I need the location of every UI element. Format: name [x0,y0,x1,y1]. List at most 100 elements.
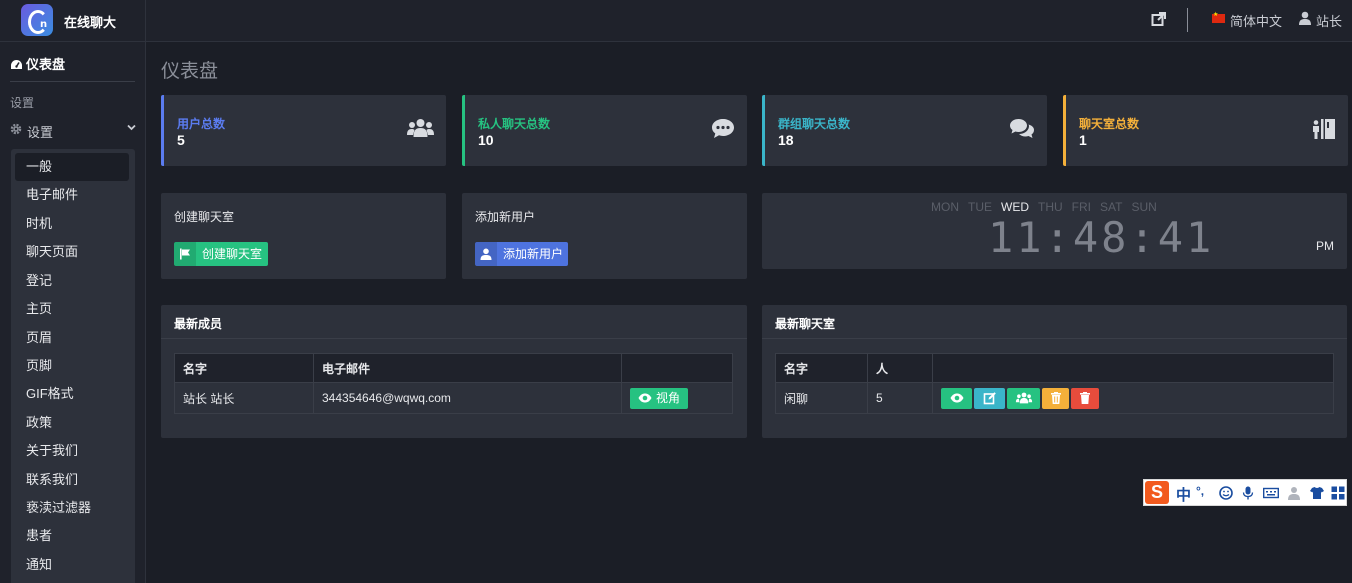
panel-header: 最新聊天室 [762,305,1347,339]
comments-icon [1010,119,1034,138]
rooms-table: 名字 人 闲聊 5 [775,353,1334,414]
sidebar-item-header[interactable]: 页眉 [15,324,129,352]
emoji-icon[interactable] [1219,486,1233,500]
ime-punctuation-toggle[interactable]: °, [1196,484,1214,498]
column-header-people: 人 [867,353,933,383]
sidebar-item-policy[interactable]: 政策 [15,409,129,437]
sidebar-item-chat-page[interactable]: 聊天页面 [15,238,129,266]
stat-label: 聊天室总数 [1079,117,1140,131]
sidebar-item-general[interactable]: 一般 [15,153,129,181]
user-icon [480,248,492,260]
ime-toolbar: S 中 °, [1143,479,1347,506]
stat-label: 用户总数 [177,117,226,131]
brand-name: 在线聊大 [64,15,117,30]
sidebar-item-footer[interactable]: 页脚 [15,352,129,380]
stat-card-chatrooms: 聊天室总数 1 [1063,95,1348,166]
table-row: 站长 站长 344354646@wqwq.com 视角 [174,382,733,414]
card-title: 添加新用户 [475,210,536,224]
gear-icon [10,123,22,135]
top-bar: n 在线聊大 简体中文 站长 [0,0,1352,42]
stat-card-private-chats: 私人聊天总数 10 [462,95,747,166]
language-selector[interactable]: 简体中文 [1230,11,1282,30]
user-profile-icon[interactable] [1287,486,1301,500]
add-user-button[interactable]: 添加新用户 [475,242,568,266]
table-row: 闲聊 5 [775,382,1334,414]
create-room-button[interactable]: 创建聊天室 [174,242,268,266]
sidebar-item-label: 设置 [27,125,54,140]
weekday: THU [1038,200,1063,214]
skin-shirt-icon[interactable] [1310,486,1324,500]
sidebar-item-about[interactable]: 关于我们 [15,437,129,465]
room-people: 5 [867,382,933,414]
room-members-button[interactable] [1007,387,1040,409]
sidebar-section-heading: 设置 [10,96,35,110]
column-header-email: 电子邮件 [313,353,622,383]
grid-menu-icon[interactable] [1331,486,1345,500]
microphone-icon[interactable] [1241,486,1255,500]
sidebar-item-label: 仪表盘 [26,57,66,72]
sidebar-item-timing[interactable]: 时机 [15,210,129,238]
user-icon[interactable] [1299,11,1311,25]
settings-submenu: 一般 电子邮件 时机 聊天页面 登记 主页 页眉 页脚 GIF格式 政策 关于我… [11,149,135,583]
column-header-name: 名字 [775,353,868,383]
column-header-name: 名字 [174,353,314,383]
sidebar-item-email[interactable]: 电子邮件 [15,181,129,209]
sidebar-item-settings[interactable]: 设置 [10,121,136,140]
eye-icon [638,393,652,402]
panel-title: 最新成员 [174,317,223,331]
stat-card-group-chats: 群组聊天总数 18 [762,95,1047,166]
weekday: MON [931,200,959,214]
sidebar-item-contact[interactable]: 联系我们 [15,466,129,494]
china-flag-icon[interactable] [1212,11,1225,23]
chevron-down-icon [127,124,136,131]
stat-label: 私人聊天总数 [478,117,551,131]
divider [1187,8,1188,32]
tachometer-icon [11,60,22,69]
edit-room-button[interactable] [974,387,1005,409]
stat-value: 5 [177,132,185,148]
column-header-actions [621,353,733,383]
sidebar: 仪表盘 设置 设置 一般 电子邮件 时机 聊天页面 登记 主页 页眉 页脚 GI… [0,42,146,583]
sidebar-item-gif[interactable]: GIF格式 [15,380,129,408]
external-link-icon[interactable] [1151,11,1167,27]
users-icon [407,119,434,137]
actions-cell [932,382,1334,414]
edit-icon [983,392,996,405]
view-room-button[interactable] [941,387,972,409]
ime-mode-toggle[interactable]: 中 [1176,484,1191,505]
page-title: 仪表盘 [161,61,219,82]
latest-members-panel: 最新成员 名字 电子邮件 站长 站长 344354646@wqwq.com 视角 [161,305,747,438]
user-menu[interactable]: 站长 [1316,11,1342,30]
table-header-row: 名字 电子邮件 [174,353,733,383]
sogou-logo-icon[interactable]: S [1145,481,1169,504]
stat-label: 群组聊天总数 [778,117,851,131]
sidebar-item-notifications[interactable]: 通知 [15,551,129,579]
app-logo: n [21,4,53,36]
users-icon [1015,392,1032,404]
weekday: FRI [1071,200,1092,214]
brand[interactable]: n 在线聊大 [0,0,146,42]
actions-cell: 视角 [621,382,733,414]
latest-rooms-panel: 最新聊天室 名字 人 闲聊 5 [762,305,1347,438]
keyboard-icon[interactable] [1263,486,1279,500]
sidebar-item-profanity-filter[interactable]: 亵渎过滤器 [15,494,129,522]
add-user-card: 添加新用户 添加新用户 [462,193,747,279]
weekday: SUN [1131,200,1157,214]
weekday: TUE [968,200,992,214]
member-email: 344354646@wqwq.com [313,382,622,414]
view-member-button[interactable]: 视角 [630,387,688,409]
sidebar-item-home[interactable]: 主页 [15,295,129,323]
sidebar-item-dashboard[interactable]: 仪表盘 [10,54,65,73]
stat-value: 18 [778,132,794,148]
clear-room-button[interactable] [1042,387,1069,409]
delete-room-button[interactable] [1071,387,1099,409]
member-name: 站长 站长 [174,382,314,414]
sidebar-item-patient[interactable]: 患者 [15,522,129,550]
clock-time: 11:48:41 [988,213,1215,262]
sidebar-item-register[interactable]: 登记 [15,267,129,295]
stat-card-users: 用户总数 5 [161,95,446,166]
sidebar-divider [10,81,135,82]
weekday: SAT [1100,200,1123,214]
stat-value: 1 [1079,132,1087,148]
create-room-card: 创建聊天室 创建聊天室 [161,193,446,279]
